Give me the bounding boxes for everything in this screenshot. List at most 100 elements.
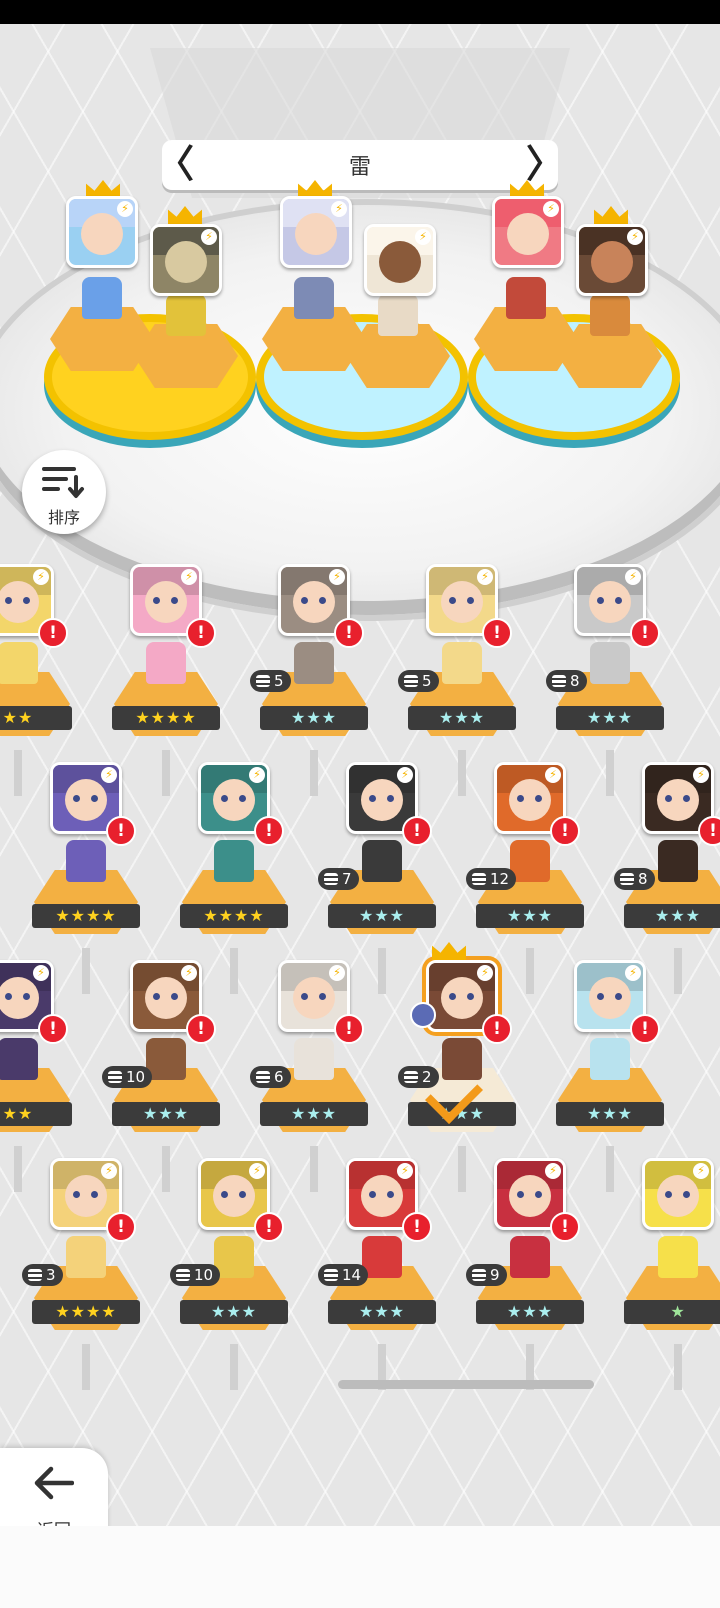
status-bar: [0, 0, 720, 24]
hero-pedestal[interactable]: ★★: [0, 1038, 72, 1132]
alert-icon: !: [630, 1014, 660, 1044]
lightning-icon: ⚡: [625, 569, 641, 585]
crown-icon: [594, 206, 628, 224]
pedestal-stem: [230, 948, 238, 994]
back-arrow-icon: [34, 1466, 74, 1500]
copy-count-badge: 12: [466, 868, 517, 890]
star-rating: ★★★★: [32, 904, 140, 928]
pedestal-stem: [378, 948, 386, 994]
alert-icon: !: [254, 816, 284, 846]
copy-count-badge: 2: [398, 1066, 439, 1088]
pedestal-stem: [82, 948, 90, 994]
hero-pedestal[interactable]: ★: [624, 1236, 720, 1330]
star-rating: ★★★: [180, 1300, 288, 1324]
star-rating: ★★★★: [112, 706, 220, 730]
region-next-arrow[interactable]: 〉: [526, 144, 564, 184]
copy-count-badge: 8: [614, 868, 655, 890]
hero-pedestal[interactable]: ★★★★: [32, 840, 140, 934]
team-pedestal[interactable]: [558, 294, 662, 388]
pedestal-stem: [458, 750, 466, 796]
pedestal-stem: [82, 1344, 90, 1390]
lightning-icon: ⚡: [249, 767, 265, 783]
lightning-icon: ⚡: [415, 229, 431, 245]
sort-button[interactable]: 排序: [22, 450, 106, 534]
region-title: 雷: [348, 155, 371, 180]
hero-pedestal[interactable]: ★★: [0, 642, 72, 736]
star-rating: ★★★: [408, 706, 516, 730]
team-hero-portrait[interactable]: ⚡: [492, 196, 564, 268]
star-rating: ★: [624, 1300, 720, 1324]
hero-pedestal[interactable]: ★★★★: [112, 642, 220, 736]
star-rating: ★★★: [476, 904, 584, 928]
roster-screen: 〈 雷 〉 ⚡ ⚡ ⚡ ⚡ ⚡ ⚡ 排序 ⚡! ★★ ⚡! ★★★★ ⚡! ★★★ 5 ⚡! ★…: [0, 24, 720, 1526]
star-rating: ★★★: [112, 1102, 220, 1126]
hero-pedestal[interactable]: ★★★★: [180, 840, 288, 934]
alert-icon: !: [186, 1014, 216, 1044]
crown-icon: [168, 206, 202, 224]
alert-icon: !: [254, 1212, 284, 1242]
pedestal-stem: [674, 948, 682, 994]
lightning-icon: ⚡: [477, 569, 493, 585]
pedestal-stem: [14, 1146, 22, 1192]
star-rating: ★★★: [624, 904, 720, 928]
pedestal-stem: [14, 750, 22, 796]
sort-icon: [42, 467, 84, 498]
star-rating: ★★★: [476, 1300, 584, 1324]
alert-icon: !: [482, 1014, 512, 1044]
lightning-icon: ⚡: [693, 1163, 709, 1179]
star-rating: ★★★: [260, 706, 368, 730]
lightning-icon: ⚡: [181, 569, 197, 585]
lightning-icon: ⚡: [201, 229, 217, 245]
hero-pedestal[interactable]: ★★★: [556, 1038, 664, 1132]
star-rating: ★★★: [556, 1102, 664, 1126]
alert-icon: !: [550, 816, 580, 846]
pedestal-stem: [606, 1146, 614, 1192]
team-hero-portrait[interactable]: ⚡: [364, 224, 436, 296]
team-hero-portrait[interactable]: ⚡: [150, 224, 222, 296]
hero-portrait[interactable]: ⚡: [642, 1158, 714, 1230]
lightning-icon: ⚡: [625, 965, 641, 981]
sort-label: 排序: [47, 508, 80, 527]
lightning-icon: ⚡: [249, 1163, 265, 1179]
copy-count-badge: 8: [546, 670, 587, 692]
alert-icon: !: [106, 816, 136, 846]
lightning-icon: ⚡: [101, 767, 117, 783]
team-hero-portrait[interactable]: ⚡: [576, 224, 648, 296]
star-rating: ★★★: [556, 706, 664, 730]
copy-count-badge: 6: [250, 1066, 291, 1088]
alert-icon: !: [402, 1212, 432, 1242]
star-rating: ★★: [0, 706, 72, 730]
lightning-icon: ⚡: [33, 965, 49, 981]
team-pedestal[interactable]: [134, 294, 238, 388]
copy-count-badge: 7: [318, 868, 359, 890]
region-prev-arrow[interactable]: 〈: [156, 144, 194, 184]
alert-icon: !: [106, 1212, 136, 1242]
alert-icon: !: [334, 1014, 364, 1044]
team-pedestal[interactable]: [346, 294, 450, 388]
team-hero-portrait[interactable]: ⚡: [66, 196, 138, 268]
lightning-icon: ⚡: [397, 767, 413, 783]
lightning-icon: ⚡: [627, 229, 643, 245]
team-hero-portrait[interactable]: ⚡: [280, 196, 352, 268]
copy-count-badge: 9: [466, 1264, 507, 1286]
lightning-icon: ⚡: [329, 965, 345, 981]
alert-icon: !: [38, 618, 68, 648]
horizontal-scrollbar[interactable]: [338, 1380, 594, 1389]
copy-count-badge: 14: [318, 1264, 369, 1286]
back-button[interactable]: 返回: [0, 1448, 108, 1526]
alert-icon: !: [630, 618, 660, 648]
lightning-icon: ⚡: [545, 767, 561, 783]
star-rating: ★★★: [328, 1300, 436, 1324]
alert-icon: !: [186, 618, 216, 648]
equipment-chip-icon: [410, 1002, 436, 1028]
lightning-icon: ⚡: [331, 201, 347, 217]
lightning-icon: ⚡: [477, 965, 493, 981]
lightning-icon: ⚡: [101, 1163, 117, 1179]
lightning-icon: ⚡: [693, 767, 709, 783]
star-rating: ★★: [0, 1102, 72, 1126]
pedestal-stem: [606, 750, 614, 796]
star-rating: ★★★★: [180, 904, 288, 928]
copy-count-badge: 5: [250, 670, 291, 692]
pedestal-stem: [162, 750, 170, 796]
region-selector: 〈 雷 〉: [156, 140, 564, 190]
